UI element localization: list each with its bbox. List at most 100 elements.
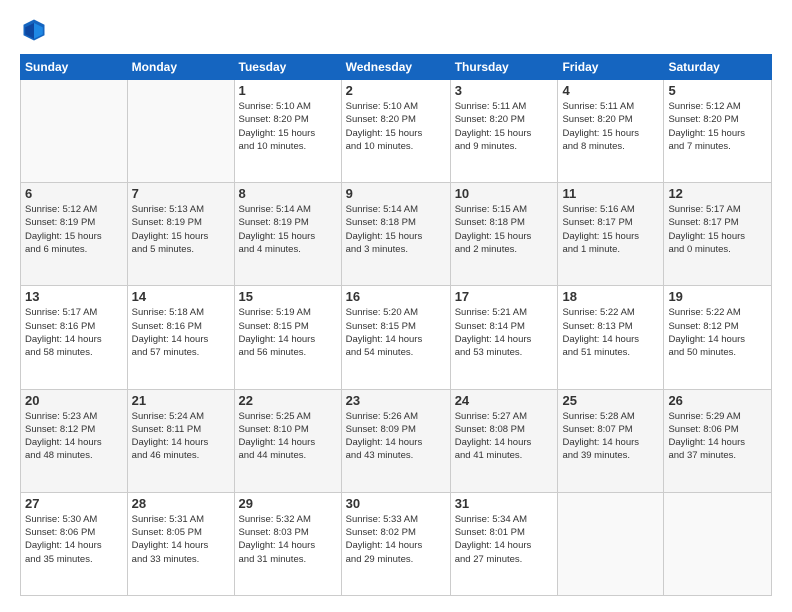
calendar-cell: 15 Sunrise: 5:19 AM Sunset: 8:15 PM Dayli…	[234, 286, 341, 389]
day-info: Sunrise: 5:32 AM Sunset: 8:03 PM Dayligh…	[239, 513, 337, 566]
calendar-cell: 1Sunrise: 5:10 AM Sunset: 8:20 PM Daylig…	[234, 80, 341, 183]
weekday-header: Wednesday	[341, 55, 450, 80]
day-number: 20	[25, 393, 123, 408]
page: SundayMondayTuesdayWednesdayThursdayFrid…	[0, 0, 792, 612]
day-info: Sunrise: 5:31 AM Sunset: 8:05 PM Dayligh…	[132, 513, 230, 566]
calendar-cell	[127, 80, 234, 183]
calendar-cell: 3 Sunrise: 5:11 AM Sunset: 8:20 PM Daylig…	[450, 80, 558, 183]
calendar-cell: 30Sunrise: 5:33 AM Sunset: 8:02 PM Dayli…	[341, 492, 450, 595]
day-info: Sunrise: 5:17 AM Sunset: 8:16 PM Dayligh…	[25, 306, 123, 359]
day-info: Sunrise: 5:10 AM Sunset: 8:20 PM Dayligh…	[239, 100, 337, 153]
calendar-row: 27Sunrise: 5:30 AM Sunset: 8:06 PM Dayli…	[21, 492, 772, 595]
day-info: Sunrise: 5:20 AM Sunset: 8:15 PM Dayligh…	[346, 306, 446, 359]
calendar-cell: 14 Sunrise: 5:18 AM Sunset: 8:16 PM Dayli…	[127, 286, 234, 389]
calendar-header: SundayMondayTuesdayWednesdayThursdayFrid…	[21, 55, 772, 80]
day-info: Sunrise: 5:25 AM Sunset: 8:10 PM Dayligh…	[239, 410, 337, 463]
day-number: 25	[562, 393, 659, 408]
calendar-cell: 8 Sunrise: 5:14 AM Sunset: 8:19 PM Daylig…	[234, 183, 341, 286]
calendar-cell: 2 Sunrise: 5:10 AM Sunset: 8:20 PM Daylig…	[341, 80, 450, 183]
day-info: Sunrise: 5:12 AM Sunset: 8:20 PM Dayligh…	[668, 100, 767, 153]
day-number: 26	[668, 393, 767, 408]
calendar-cell: 10 Sunrise: 5:15 AM Sunset: 8:18 PM Dayli…	[450, 183, 558, 286]
day-number: 27	[25, 496, 123, 511]
day-info: Sunrise: 5:27 AM Sunset: 8:08 PM Dayligh…	[455, 410, 554, 463]
weekday-header: Thursday	[450, 55, 558, 80]
calendar-cell: 9 Sunrise: 5:14 AM Sunset: 8:18 PM Daylig…	[341, 183, 450, 286]
calendar-row: 20 Sunrise: 5:23 AM Sunset: 8:12 PM Dayli…	[21, 389, 772, 492]
weekday-header: Saturday	[664, 55, 772, 80]
weekday-header: Sunday	[21, 55, 128, 80]
logo	[20, 16, 52, 44]
day-info: Sunrise: 5:22 AM Sunset: 8:12 PM Dayligh…	[668, 306, 767, 359]
day-number: 22	[239, 393, 337, 408]
weekday-row: SundayMondayTuesdayWednesdayThursdayFrid…	[21, 55, 772, 80]
day-number: 4	[562, 83, 659, 98]
logo-icon	[20, 16, 48, 44]
calendar-cell: 5Sunrise: 5:12 AM Sunset: 8:20 PM Daylig…	[664, 80, 772, 183]
calendar-cell: 11 Sunrise: 5:16 AM Sunset: 8:17 PM Dayli…	[558, 183, 664, 286]
calendar: SundayMondayTuesdayWednesdayThursdayFrid…	[20, 54, 772, 596]
day-info: Sunrise: 5:28 AM Sunset: 8:07 PM Dayligh…	[562, 410, 659, 463]
calendar-cell: 24 Sunrise: 5:27 AM Sunset: 8:08 PM Dayli…	[450, 389, 558, 492]
day-number: 28	[132, 496, 230, 511]
day-number: 15	[239, 289, 337, 304]
calendar-cell: 29 Sunrise: 5:32 AM Sunset: 8:03 PM Dayli…	[234, 492, 341, 595]
day-number: 12	[668, 186, 767, 201]
day-info: Sunrise: 5:18 AM Sunset: 8:16 PM Dayligh…	[132, 306, 230, 359]
calendar-cell	[21, 80, 128, 183]
header	[20, 16, 772, 44]
day-number: 23	[346, 393, 446, 408]
day-number: 13	[25, 289, 123, 304]
calendar-cell: 7 Sunrise: 5:13 AM Sunset: 8:19 PM Daylig…	[127, 183, 234, 286]
weekday-header: Friday	[558, 55, 664, 80]
day-number: 10	[455, 186, 554, 201]
calendar-cell	[664, 492, 772, 595]
day-info: Sunrise: 5:11 AM Sunset: 8:20 PM Dayligh…	[562, 100, 659, 153]
day-number: 6	[25, 186, 123, 201]
day-number: 14	[132, 289, 230, 304]
calendar-cell: 26 Sunrise: 5:29 AM Sunset: 8:06 PM Dayli…	[664, 389, 772, 492]
day-number: 17	[455, 289, 554, 304]
calendar-row: 6Sunrise: 5:12 AM Sunset: 8:19 PM Daylig…	[21, 183, 772, 286]
calendar-body: 1Sunrise: 5:10 AM Sunset: 8:20 PM Daylig…	[21, 80, 772, 596]
day-number: 8	[239, 186, 337, 201]
day-info: Sunrise: 5:11 AM Sunset: 8:20 PM Dayligh…	[455, 100, 554, 153]
day-info: Sunrise: 5:15 AM Sunset: 8:18 PM Dayligh…	[455, 203, 554, 256]
weekday-header: Tuesday	[234, 55, 341, 80]
day-number: 24	[455, 393, 554, 408]
weekday-header: Monday	[127, 55, 234, 80]
calendar-cell: 12 Sunrise: 5:17 AM Sunset: 8:17 PM Dayli…	[664, 183, 772, 286]
calendar-cell: 23Sunrise: 5:26 AM Sunset: 8:09 PM Dayli…	[341, 389, 450, 492]
calendar-cell: 27Sunrise: 5:30 AM Sunset: 8:06 PM Dayli…	[21, 492, 128, 595]
calendar-cell: 13 Sunrise: 5:17 AM Sunset: 8:16 PM Dayli…	[21, 286, 128, 389]
day-info: Sunrise: 5:14 AM Sunset: 8:19 PM Dayligh…	[239, 203, 337, 256]
day-info: Sunrise: 5:29 AM Sunset: 8:06 PM Dayligh…	[668, 410, 767, 463]
day-info: Sunrise: 5:19 AM Sunset: 8:15 PM Dayligh…	[239, 306, 337, 359]
calendar-cell: 16Sunrise: 5:20 AM Sunset: 8:15 PM Dayli…	[341, 286, 450, 389]
day-info: Sunrise: 5:14 AM Sunset: 8:18 PM Dayligh…	[346, 203, 446, 256]
calendar-cell: 21Sunrise: 5:24 AM Sunset: 8:11 PM Dayli…	[127, 389, 234, 492]
day-info: Sunrise: 5:21 AM Sunset: 8:14 PM Dayligh…	[455, 306, 554, 359]
day-number: 9	[346, 186, 446, 201]
calendar-cell: 28 Sunrise: 5:31 AM Sunset: 8:05 PM Dayli…	[127, 492, 234, 595]
calendar-cell: 19Sunrise: 5:22 AM Sunset: 8:12 PM Dayli…	[664, 286, 772, 389]
calendar-cell: 18Sunrise: 5:22 AM Sunset: 8:13 PM Dayli…	[558, 286, 664, 389]
day-number: 29	[239, 496, 337, 511]
day-info: Sunrise: 5:13 AM Sunset: 8:19 PM Dayligh…	[132, 203, 230, 256]
calendar-cell: 4 Sunrise: 5:11 AM Sunset: 8:20 PM Daylig…	[558, 80, 664, 183]
calendar-row: 1Sunrise: 5:10 AM Sunset: 8:20 PM Daylig…	[21, 80, 772, 183]
day-info: Sunrise: 5:16 AM Sunset: 8:17 PM Dayligh…	[562, 203, 659, 256]
day-number: 2	[346, 83, 446, 98]
day-number: 21	[132, 393, 230, 408]
day-info: Sunrise: 5:17 AM Sunset: 8:17 PM Dayligh…	[668, 203, 767, 256]
calendar-cell: 17 Sunrise: 5:21 AM Sunset: 8:14 PM Dayli…	[450, 286, 558, 389]
day-number: 7	[132, 186, 230, 201]
day-info: Sunrise: 5:23 AM Sunset: 8:12 PM Dayligh…	[25, 410, 123, 463]
day-number: 31	[455, 496, 554, 511]
calendar-cell: 22 Sunrise: 5:25 AM Sunset: 8:10 PM Dayli…	[234, 389, 341, 492]
day-info: Sunrise: 5:34 AM Sunset: 8:01 PM Dayligh…	[455, 513, 554, 566]
calendar-cell: 31 Sunrise: 5:34 AM Sunset: 8:01 PM Dayli…	[450, 492, 558, 595]
day-number: 11	[562, 186, 659, 201]
day-number: 3	[455, 83, 554, 98]
day-info: Sunrise: 5:10 AM Sunset: 8:20 PM Dayligh…	[346, 100, 446, 153]
